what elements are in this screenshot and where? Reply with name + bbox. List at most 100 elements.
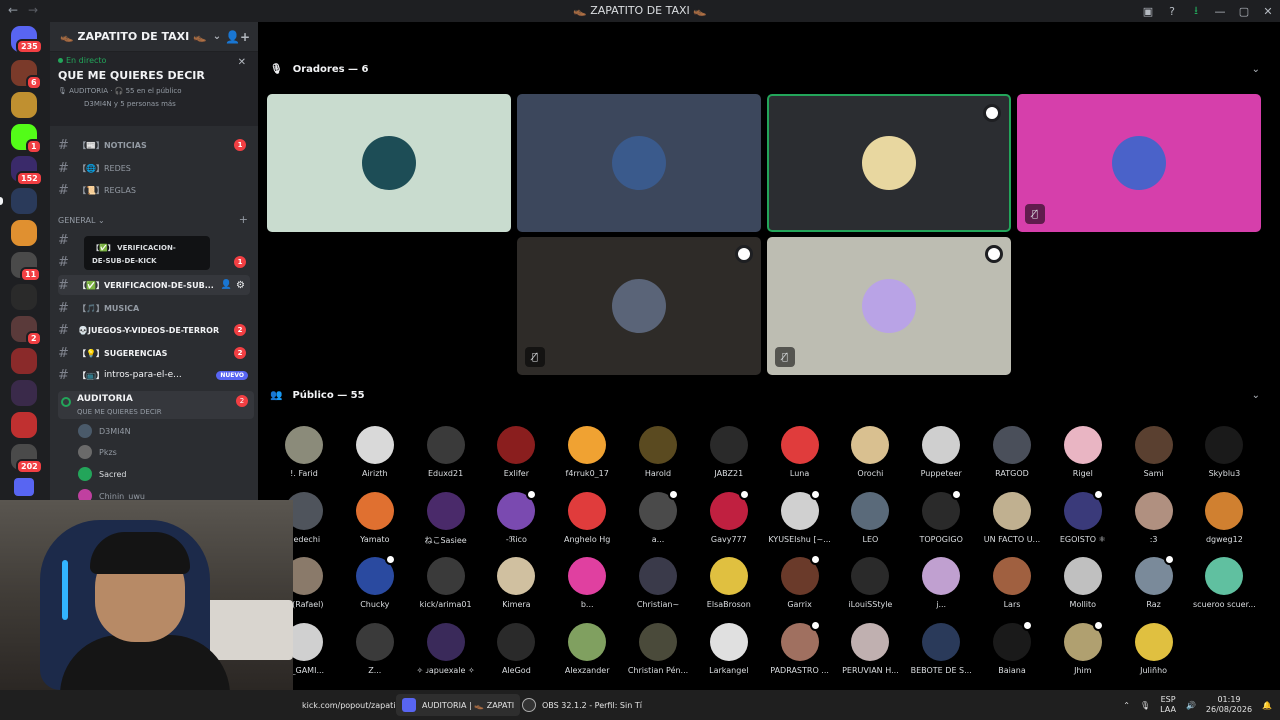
channel-redes[interactable]: # 【🌐】 redes	[58, 158, 250, 178]
close-icon[interactable]: ✕	[238, 57, 246, 68]
audience-member[interactable]: ElsaBroson	[694, 557, 764, 609]
stage-channel-auditoria[interactable]: AUDITORIA QUE ME QUIERES DECIR 2	[58, 391, 254, 419]
language-indicator[interactable]: ESP LAA	[1160, 695, 1176, 715]
audience-member[interactable]: Lars	[977, 557, 1047, 609]
close-icon[interactable]: ✕	[1256, 0, 1280, 22]
audience-member[interactable]: EGOISTO ⚛	[1048, 488, 1118, 544]
taskbar-item-browser[interactable]: kick.com/popout/zapati	[296, 694, 402, 716]
channel-reglas[interactable]: # 【📜】 reglas	[58, 180, 250, 200]
stage-live-card[interactable]: En directo QUE ME QUIERES DECIR 🎙 AUDITO…	[50, 52, 258, 126]
server-icon[interactable]	[11, 92, 37, 118]
audience-member[interactable]: Garrix	[765, 554, 835, 609]
audience-member[interactable]: Chucky	[340, 554, 410, 609]
audience-member[interactable]: Luna	[765, 426, 835, 478]
gear-icon[interactable]: ⚙	[236, 280, 245, 291]
channel-intros[interactable]: # 【📺】 intros-para-el-e... NUEVO	[58, 365, 250, 385]
audience-member[interactable]: ✧ּ ᴊapuexale ✧	[411, 622, 481, 675]
audience-member[interactable]: Christian Pén...	[623, 622, 693, 675]
member-item[interactable]: Pkzs	[78, 443, 117, 461]
chevron-up-icon[interactable]: ⌃	[1123, 701, 1130, 710]
audience-member[interactable]: Baiana	[977, 619, 1047, 675]
audience-member[interactable]: b...	[552, 557, 622, 609]
channel-juegos[interactable]: # 💀 juegos-y-videos-de-terror 2	[58, 320, 250, 340]
audience-member[interactable]: Kimera	[481, 557, 551, 609]
clock[interactable]: 01:19 26/08/2026	[1206, 695, 1252, 715]
category-general[interactable]: GENERAL ⌄	[58, 216, 105, 225]
create-channel-icon[interactable]: +	[239, 213, 248, 226]
audience-member[interactable]: scueroo scuer...	[1189, 557, 1259, 609]
audience-member[interactable]: iLouiSStyle	[835, 557, 905, 609]
audience-member[interactable]: !. Farid	[269, 426, 339, 478]
audience-member[interactable]: BEBOTE DE S...	[906, 622, 976, 675]
audience-member[interactable]: LEO	[835, 491, 905, 544]
audience-member[interactable]: Larkangel	[694, 622, 764, 675]
inbox-icon[interactable]: ▣	[1136, 0, 1160, 22]
volume-icon[interactable]: 🔊	[1186, 701, 1196, 710]
channel-sugerencias[interactable]: # 【💡】 sugerencias 2	[58, 343, 250, 363]
audience-member[interactable]: JABZ21	[694, 426, 764, 478]
audience-member[interactable]: Harold	[623, 426, 693, 478]
server-icon[interactable]	[11, 284, 37, 310]
chevron-down-icon[interactable]: ⌄	[1252, 390, 1260, 401]
audience-member[interactable]: kick/arima01	[411, 557, 481, 609]
audience-member[interactable]: dgweg12	[1189, 491, 1259, 544]
server-icon[interactable]	[11, 188, 37, 214]
audience-member[interactable]: RATGOD	[977, 426, 1047, 478]
audience-member[interactable]: Z...	[340, 622, 410, 675]
add-member-icon[interactable]: 👤	[221, 280, 232, 290]
download-icon[interactable]: ⭳	[1184, 0, 1208, 22]
audience-member[interactable]: Christian~	[623, 557, 693, 609]
minimize-icon[interactable]: —	[1208, 0, 1232, 22]
audience-member[interactable]: PERUVIAN H...	[835, 622, 905, 675]
channel-noticias[interactable]: # 【📰】 noticias 1	[58, 135, 250, 155]
audience-member[interactable]: Exlifer	[481, 426, 551, 478]
audience-member[interactable]: ねこSasiee	[411, 491, 481, 546]
maximize-icon[interactable]: ▢	[1232, 0, 1256, 22]
notification-icon[interactable]: 🔔	[1262, 701, 1272, 710]
audience-member[interactable]: -ℜico	[481, 488, 551, 544]
audience-member[interactable]: Alexzander	[552, 622, 622, 675]
chevron-down-icon[interactable]: ⌄	[1252, 64, 1260, 75]
taskbar-item-discord[interactable]: AUDITORIA | 👞 ZAPATI	[396, 694, 521, 716]
audience-member[interactable]: PADRASTRO ...	[765, 619, 835, 675]
audience-member[interactable]: Yamato	[340, 491, 410, 544]
speaker-tile[interactable]: 🎙̸	[1017, 94, 1261, 232]
speaker-tile[interactable]: 🎙̸	[767, 237, 1011, 375]
audience-member[interactable]: Raz	[1119, 554, 1189, 609]
audience-member[interactable]: :3	[1119, 491, 1189, 544]
audience-member[interactable]: Airizth	[340, 426, 410, 478]
help-icon[interactable]: ?	[1160, 0, 1184, 22]
invite-people-icon[interactable]: 👤+	[225, 30, 250, 44]
speaker-tile[interactable]	[517, 94, 761, 232]
member-item[interactable]: D3MI4N	[78, 422, 131, 440]
member-item[interactable]: Chinin_uwu	[78, 487, 145, 500]
audience-member[interactable]: Orochi	[835, 426, 905, 478]
audience-member[interactable]: Mollito	[1048, 557, 1118, 609]
speaker-tile[interactable]: 🎙̸	[517, 237, 761, 375]
guild-header[interactable]: 👞 ZAPATITO DE TAXI 👞 ⌄ 👤+	[50, 22, 258, 52]
audience-member[interactable]: Juliñho	[1119, 622, 1189, 675]
audience-member[interactable]: Jhim	[1048, 619, 1118, 675]
audience-member[interactable]: f4rruk0_17	[552, 426, 622, 478]
server-icon[interactable]	[11, 412, 37, 438]
microphone-icon[interactable]: 🎙	[1140, 701, 1150, 710]
channel-musica[interactable]: # 【🎵】 musica	[58, 298, 250, 318]
audience-member[interactable]: Gavy777	[694, 488, 764, 544]
speaker-tile[interactable]	[767, 94, 1011, 232]
member-item[interactable]: Sacred	[78, 465, 127, 483]
taskbar-item-obs[interactable]: OBS 32.1.2 - Perfil: Sin Tí	[516, 694, 648, 716]
audience-member[interactable]: Rigel	[1048, 426, 1118, 478]
server-icon[interactable]	[11, 220, 37, 246]
audience-member[interactable]: Puppeteer	[906, 426, 976, 478]
audience-member[interactable]: a...	[623, 488, 693, 544]
server-icon[interactable]	[11, 380, 37, 406]
channel-verificacion[interactable]: # 【✅】 verificacion-de-sub... 👤 ⚙	[58, 275, 250, 295]
audience-member[interactable]: AleGod	[481, 622, 551, 675]
audience-member[interactable]: Anghelo Hg	[552, 491, 622, 544]
audience-member[interactable]: UN FACTO U...	[977, 491, 1047, 544]
speaker-tile[interactable]	[267, 94, 511, 232]
audience-member[interactable]: Skyblu3	[1189, 426, 1259, 478]
audience-member[interactable]: KYUSEIshu [~...	[765, 488, 835, 544]
audience-member[interactable]: Sami	[1119, 426, 1189, 478]
server-icon[interactable]	[11, 348, 37, 374]
